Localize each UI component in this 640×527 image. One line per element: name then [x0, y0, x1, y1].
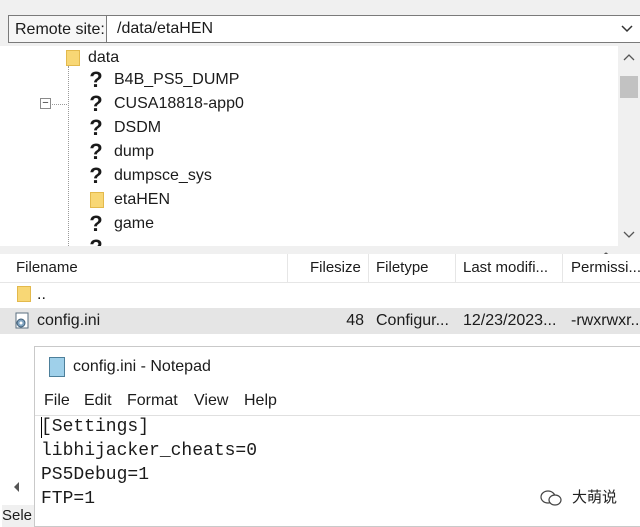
- question-mark-icon: ?: [89, 211, 103, 236]
- notepad-text-area[interactable]: [Settings] libhijacker_cheats=0 PS5Debug…: [35, 415, 640, 527]
- tree-item-label: B4B_PS5_DUMP: [114, 71, 240, 88]
- tree-item-label: CUSA18818-app0: [114, 95, 244, 112]
- chat-bubble-icon: [540, 490, 562, 506]
- watermark-text: 大萌说: [572, 489, 618, 506]
- folder-icon: [17, 286, 31, 302]
- question-mark-icon: ?: [89, 91, 103, 116]
- folder-icon: [90, 192, 104, 208]
- tree-item-label: etaHEN: [114, 191, 171, 208]
- column-filetype[interactable]: Filetype: [376, 254, 452, 282]
- chevron-down-icon[interactable]: [614, 15, 640, 43]
- file-name: config.ini: [37, 312, 101, 329]
- menu-edit[interactable]: Edit: [84, 391, 112, 411]
- watermark: 大萌说: [540, 486, 636, 510]
- file-name: ..: [37, 286, 46, 303]
- notepad-title-bar[interactable]: config.ini - Notepad: [35, 347, 640, 387]
- file-list-header: Filename Filesize Filetype Last modifi..…: [0, 254, 640, 283]
- notepad-menu-bar: File Edit Format View Help: [35, 387, 640, 416]
- remote-path-input[interactable]: /data/etaHEN: [106, 15, 640, 43]
- text-line: PS5Debug=1: [41, 465, 150, 485]
- column-filename[interactable]: Filename: [16, 254, 286, 282]
- collapse-icon[interactable]: −: [40, 98, 51, 109]
- file-row-config-ini[interactable]: config.ini 48 Configur... 12/23/2023... …: [0, 308, 640, 334]
- menu-file[interactable]: File: [44, 391, 70, 411]
- file-type: Configur...: [376, 312, 449, 329]
- file-modified: 12/23/2023...: [463, 312, 557, 329]
- menu-help[interactable]: Help: [244, 391, 277, 411]
- pane-divider[interactable]: [0, 246, 640, 258]
- remote-site-label: Remote site:: [8, 15, 112, 43]
- column-filesize[interactable]: Filesize: [310, 254, 366, 282]
- tree-guide-line: [68, 66, 69, 246]
- notepad-icon: [49, 357, 65, 377]
- scroll-left-icon[interactable]: [10, 480, 24, 494]
- folder-icon: [66, 50, 80, 66]
- menu-view[interactable]: View: [194, 391, 228, 411]
- column-last-modified[interactable]: Last modifi...: [463, 254, 559, 282]
- tree-item-label: dump: [114, 143, 155, 160]
- settings-file-icon: [14, 312, 32, 330]
- remote-directory-tree: − data ? B4B_PS5_DUMP ? CUSA18818-app0 ?…: [0, 46, 618, 246]
- menu-format[interactable]: Format: [127, 391, 178, 411]
- file-permissions: -rwxrwxr...: [571, 312, 640, 329]
- text-line: FTP=1: [41, 489, 96, 509]
- window-title: config.ini - Notepad: [73, 358, 211, 375]
- file-row-parent[interactable]: ..: [0, 282, 640, 308]
- question-mark-icon: ?: [88, 237, 104, 247]
- question-mark-icon: ?: [89, 67, 103, 92]
- tree-item-label: DSDM: [114, 119, 162, 136]
- scrollbar-thumb[interactable]: [620, 76, 638, 98]
- file-size: 48: [346, 312, 364, 329]
- text-line: libhijacker_cheats=0: [41, 441, 258, 461]
- question-mark-icon: ?: [89, 139, 103, 164]
- status-bar-text: Sele: [2, 505, 34, 527]
- question-mark-icon: ?: [89, 163, 103, 188]
- question-mark-icon: ?: [89, 115, 103, 140]
- text-line: [Settings]: [41, 417, 150, 437]
- column-permissions[interactable]: Permissi...: [571, 254, 640, 282]
- tree-item-label: dumpsce_sys: [114, 167, 212, 184]
- tree-item-label: game: [114, 215, 155, 232]
